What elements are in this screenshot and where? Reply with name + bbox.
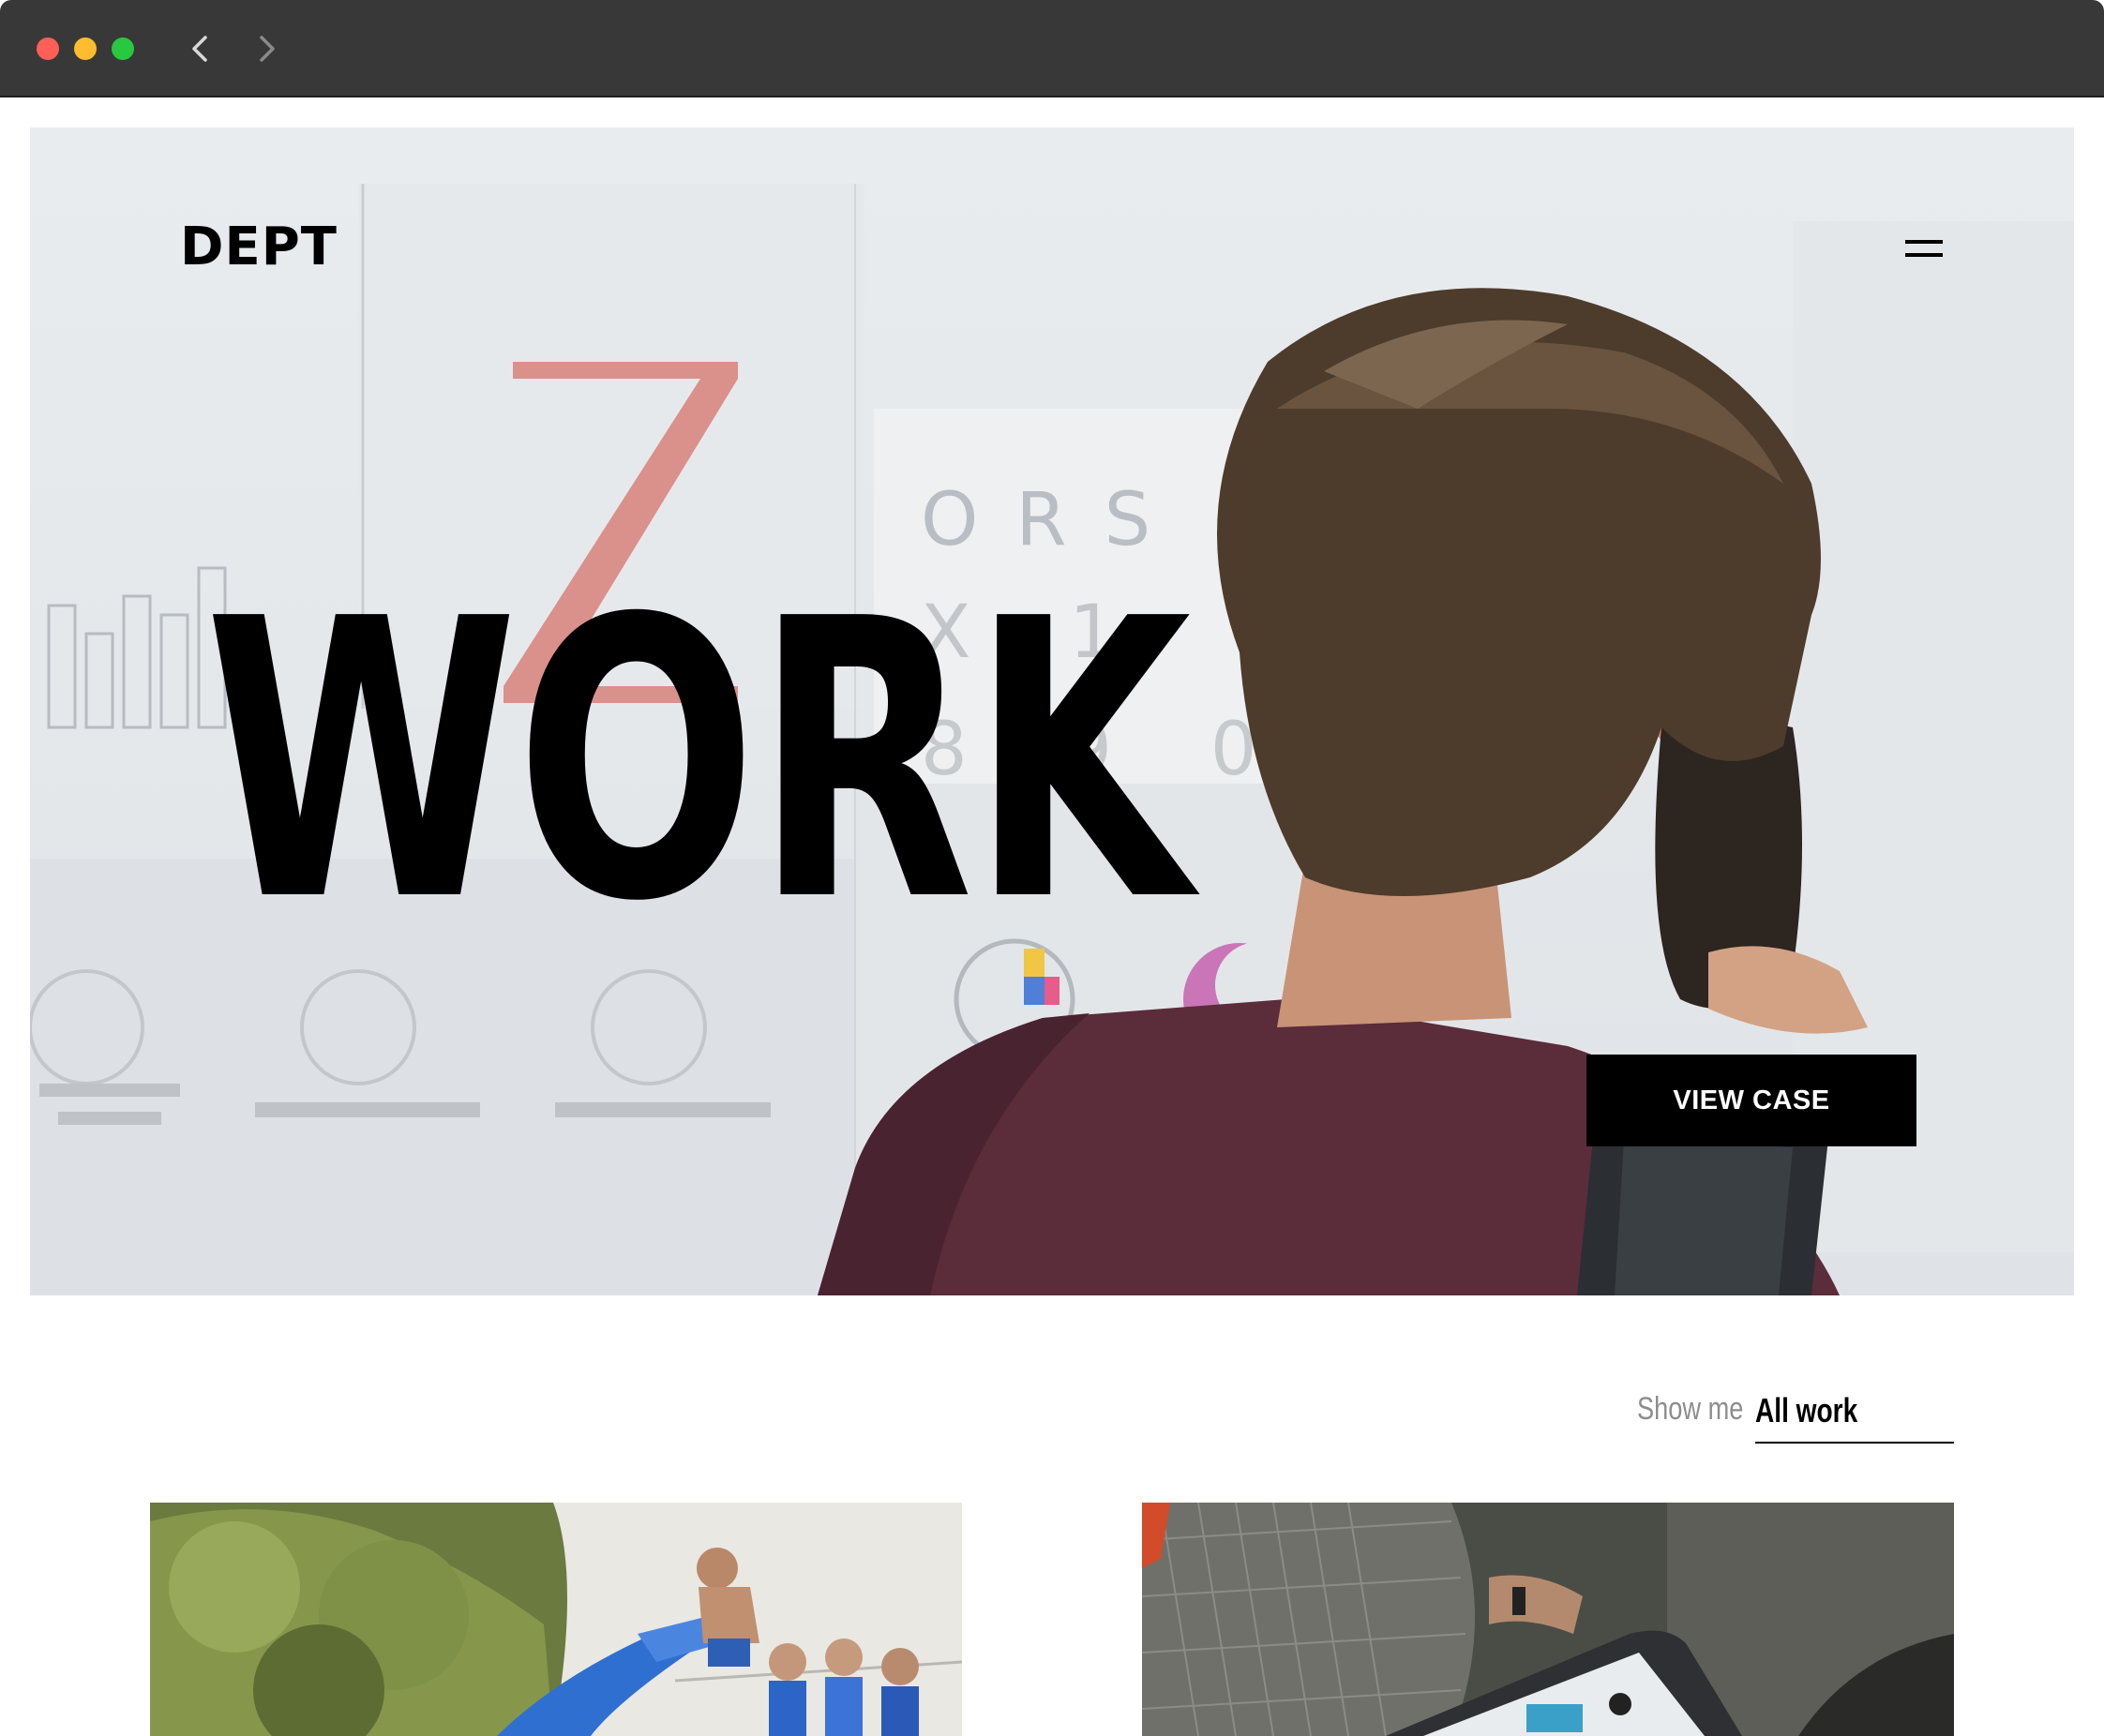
view-case-button[interactable]: VIEW CASE — [1586, 1055, 1916, 1146]
page-title: WORK — [204, 537, 1191, 985]
forward-arrow-icon[interactable] — [248, 30, 285, 67]
hero-section: ORS X 1 8 9 0 DEPT WORK VIEW CASE — [30, 127, 2074, 1295]
menu-line-top — [1905, 240, 1943, 244]
menu-line-bottom — [1905, 253, 1943, 257]
browser-toolbar — [0, 0, 2104, 97]
filter-dropdown[interactable]: All work — [1755, 1387, 1954, 1444]
maximize-window-button[interactable] — [112, 37, 134, 60]
case-card-image — [1142, 1503, 1954, 1736]
close-window-button[interactable] — [37, 37, 59, 60]
filter-label: Show me — [1637, 1391, 1744, 1427]
work-filter: Show me All work — [1631, 1387, 1954, 1444]
dept-logo[interactable]: DEPT — [180, 212, 338, 283]
case-card-image — [150, 1503, 962, 1736]
minimize-window-button[interactable] — [74, 37, 97, 60]
filter-selected-value: All work — [1755, 1391, 1858, 1429]
hamburger-menu-icon[interactable] — [1877, 219, 1971, 276]
case-card[interactable] — [1142, 1503, 1954, 1736]
case-card[interactable] — [150, 1503, 962, 1736]
back-arrow-icon[interactable] — [182, 30, 219, 67]
